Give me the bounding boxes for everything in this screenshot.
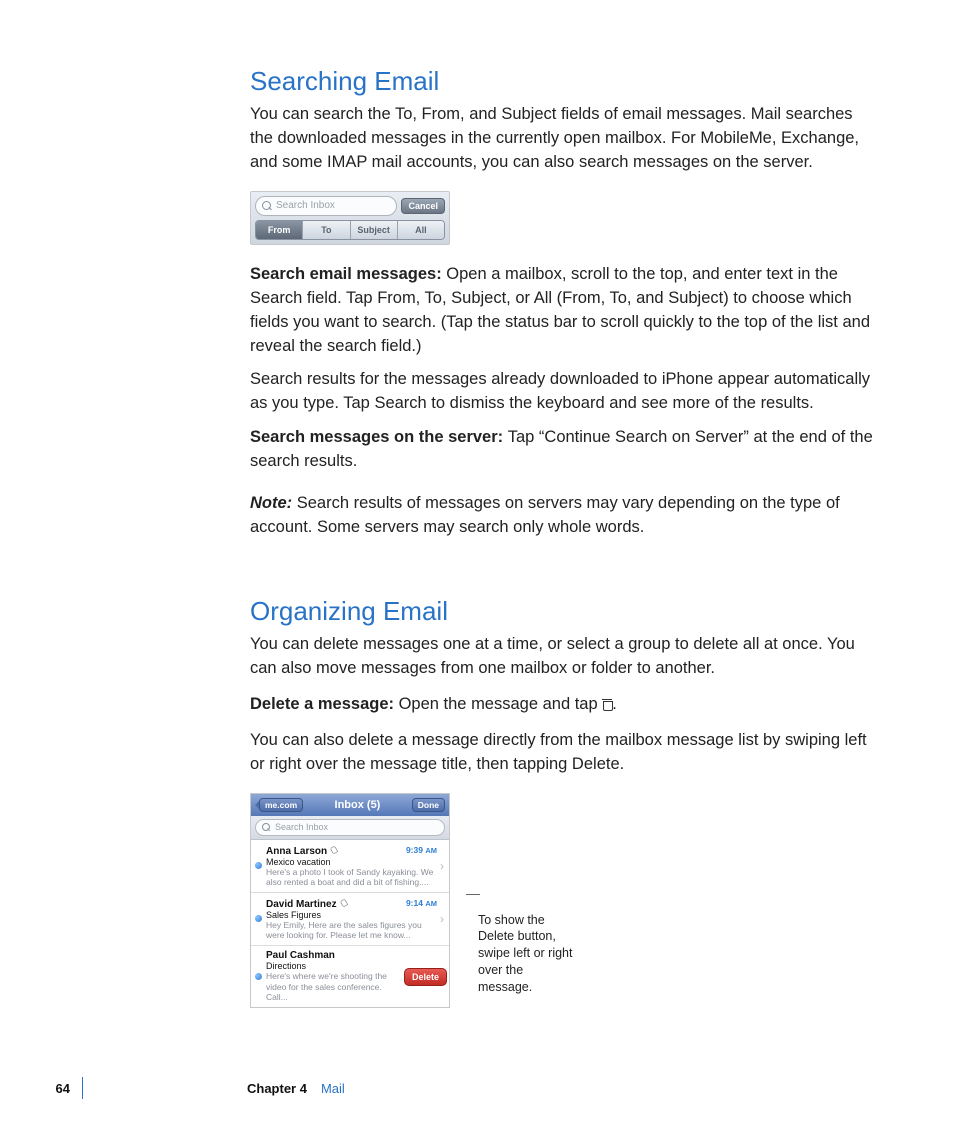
heading-organizing-email: Organizing Email bbox=[250, 596, 874, 627]
paragraph: Search messages on the server: Tap “Cont… bbox=[250, 426, 874, 474]
message-row[interactable]: David Martinez 9:14 AM Sales Figures Hey… bbox=[251, 893, 449, 946]
chapter-label: Chapter 4 bbox=[247, 1081, 307, 1096]
message-time: 9:14 AM bbox=[406, 898, 437, 908]
callout-text: To show the Delete button, swipe left or… bbox=[478, 912, 573, 996]
paragraph: Delete a message: Open the message and t… bbox=[250, 693, 874, 717]
tab-to[interactable]: To bbox=[303, 221, 350, 239]
paragraph: Search results for the messages already … bbox=[250, 368, 874, 416]
search-scope-tabs: From To Subject All bbox=[255, 220, 445, 240]
search-bar-screenshot: Search Inbox Cancel From To Subject All bbox=[250, 191, 450, 245]
tab-from[interactable]: From bbox=[256, 221, 303, 239]
paragraph: You can also delete a message directly f… bbox=[250, 729, 874, 777]
paragraph: Search email messages: Open a mailbox, s… bbox=[250, 263, 874, 359]
heading-searching-email: Searching Email bbox=[250, 66, 874, 97]
message-preview: Hey Emily, Here are the sales figures yo… bbox=[266, 920, 437, 941]
inbox-search-bar: Search Inbox bbox=[251, 816, 449, 840]
message-preview: Here's where we're shooting the video fo… bbox=[266, 971, 404, 1003]
tab-all[interactable]: All bbox=[398, 221, 444, 239]
message-row[interactable]: Paul Cashman Directions Here's where we'… bbox=[251, 946, 449, 1007]
done-button[interactable]: Done bbox=[412, 798, 445, 812]
message-subject: Sales Figures bbox=[266, 910, 437, 920]
search-input[interactable]: Search Inbox bbox=[255, 819, 445, 836]
run-in-heading: Search messages on the server: bbox=[250, 428, 508, 446]
chevron-right-icon: › bbox=[437, 912, 447, 926]
sender-name: Anna Larson bbox=[266, 846, 327, 857]
page-footer: 64 Chapter 4 Mail bbox=[0, 1077, 954, 1099]
chevron-right-icon: › bbox=[437, 859, 447, 873]
back-button[interactable]: me.com bbox=[259, 798, 303, 812]
page-number: 64 bbox=[0, 1081, 70, 1096]
unread-dot-icon bbox=[255, 862, 262, 869]
attachment-icon bbox=[339, 898, 347, 907]
tab-subject[interactable]: Subject bbox=[351, 221, 398, 239]
run-in-heading: Delete a message: bbox=[250, 695, 399, 713]
footer-divider bbox=[82, 1077, 83, 1099]
inbox-nav-bar: me.com Inbox (5) Done bbox=[251, 794, 449, 816]
sender-name: David Martinez bbox=[266, 899, 337, 910]
message-subject: Mexico vacation bbox=[266, 857, 437, 867]
delete-button[interactable]: Delete bbox=[404, 968, 447, 986]
cancel-button[interactable]: Cancel bbox=[401, 198, 445, 214]
inbox-title: Inbox (5) bbox=[335, 799, 381, 811]
search-input[interactable]: Search Inbox bbox=[255, 196, 397, 216]
sender-name: Paul Cashman bbox=[266, 950, 335, 961]
inbox-screenshot: me.com Inbox (5) Done Search Inbox Anna … bbox=[250, 793, 450, 1008]
paragraph: You can search the To, From, and Subject… bbox=[250, 103, 874, 175]
run-in-heading: Search email messages: bbox=[250, 265, 446, 283]
message-time: 9:39 AM bbox=[406, 845, 437, 855]
note-label: Note: bbox=[250, 494, 297, 512]
search-icon bbox=[262, 201, 272, 211]
search-placeholder: Search Inbox bbox=[276, 200, 335, 211]
unread-dot-icon bbox=[255, 915, 262, 922]
message-subject: Directions bbox=[266, 961, 404, 971]
unread-dot-icon bbox=[255, 973, 262, 980]
callout-leader-line bbox=[466, 894, 480, 895]
trash-icon bbox=[602, 698, 612, 710]
message-preview: Here's a photo I took of Sandy kayaking.… bbox=[266, 867, 437, 888]
message-row[interactable]: Anna Larson 9:39 AM Mexico vacation Here… bbox=[251, 840, 449, 893]
paragraph: You can delete messages one at a time, o… bbox=[250, 633, 874, 681]
search-icon bbox=[262, 823, 271, 832]
attachment-icon bbox=[330, 845, 338, 854]
chapter-title: Mail bbox=[321, 1081, 345, 1096]
note-paragraph: Note: Search results of messages on serv… bbox=[250, 492, 874, 540]
